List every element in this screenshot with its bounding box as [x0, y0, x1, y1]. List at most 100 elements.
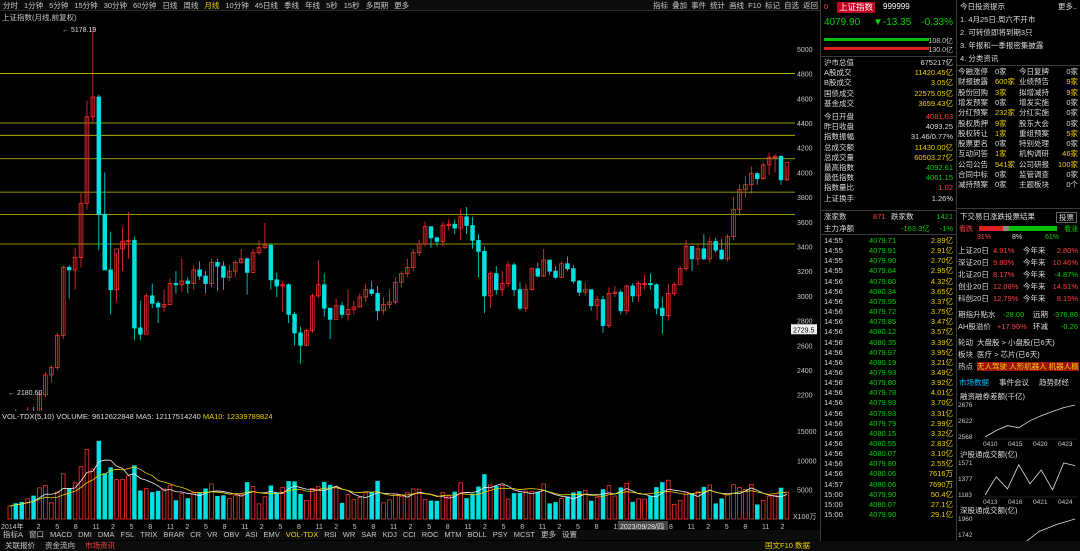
- indicator-tab[interactable]: CR: [187, 530, 204, 540]
- tip-text[interactable]: 1. 4月25日:周六不开市: [960, 15, 1035, 24]
- bottom-tab[interactable]: 资金流向: [40, 541, 80, 551]
- tool-button[interactable]: 画线: [727, 0, 746, 11]
- indicator-tab[interactable]: KDJ: [380, 530, 400, 540]
- period-tab[interactable]: 日线: [159, 0, 180, 10]
- period-tab[interactable]: 5分钟: [46, 0, 71, 10]
- period-tab[interactable]: 更多: [391, 0, 412, 10]
- event-label[interactable]: 分红实施: [1019, 108, 1049, 117]
- period-tab[interactable]: 30分钟: [101, 0, 130, 10]
- indicator-tab[interactable]: MTM: [441, 530, 464, 540]
- event-label[interactable]: 特别处理: [1019, 139, 1049, 148]
- indicator-tab[interactable]: CCI: [400, 530, 419, 540]
- event-label[interactable]: 财报披露: [958, 77, 988, 86]
- indicator-tab[interactable]: 更多: [538, 530, 559, 540]
- event-label[interactable]: 公司公告: [958, 160, 988, 169]
- tip-item[interactable]: 2. 可转债即将到期3只: [957, 28, 1080, 37]
- bottom-tab[interactable]: 关联报价: [0, 541, 40, 551]
- indicator-tab[interactable]: VR: [204, 530, 220, 540]
- indicator-tab[interactable]: RSI: [321, 530, 340, 540]
- candle: [363, 283, 368, 303]
- rotation-row[interactable]: 板块 医疗 > 芯片(已6天): [957, 350, 1080, 359]
- event-label[interactable]: 拟增减持: [1019, 88, 1049, 97]
- indicator-tab[interactable]: FSL: [118, 530, 138, 540]
- indicator-tab[interactable]: ASI: [242, 530, 260, 540]
- period-tab[interactable]: 多周期: [363, 0, 392, 10]
- event-label[interactable]: 股权质押: [958, 119, 988, 128]
- tool-button[interactable]: 叠加: [670, 0, 689, 11]
- tip-text[interactable]: 2. 可转债即将到期3只: [960, 28, 1033, 37]
- period-tab[interactable]: 10分钟: [222, 0, 251, 10]
- indicator-tab[interactable]: VOL-TDX: [283, 530, 322, 540]
- tool-button[interactable]: 事件: [689, 0, 708, 11]
- period-tab[interactable]: 周线: [180, 0, 201, 10]
- event-label[interactable]: 重组预案: [1019, 129, 1049, 138]
- event-label[interactable]: 业绩预告: [1019, 77, 1049, 86]
- indicator-tab[interactable]: PSY: [490, 530, 511, 540]
- period-tab[interactable]: 月线: [201, 0, 222, 10]
- indicator-tab[interactable]: 窗口: [26, 530, 47, 540]
- tool-button[interactable]: 返回: [801, 0, 820, 11]
- event-label[interactable]: 互动问答: [958, 149, 988, 158]
- tool-button[interactable]: 指标: [651, 0, 670, 11]
- indicator-tab[interactable]: MACD: [47, 530, 75, 540]
- candlestick-chart[interactable]: 5000 4800 4600 4400 4200 4000 3800 3600 3400 3200…: [0, 12, 820, 411]
- tool-button[interactable]: 自选: [782, 0, 801, 11]
- tip-item[interactable]: 4. 分类资讯: [957, 54, 1080, 63]
- panel-tab[interactable]: 趋势财经: [1039, 378, 1069, 387]
- tip-item[interactable]: 3. 年报和一季报密集披露: [957, 41, 1080, 50]
- indicator-tab[interactable]: DMA: [95, 530, 118, 540]
- rotation-row[interactable]: 轮动 大盘股 > 小盘股(已6天): [957, 338, 1080, 347]
- tool-button[interactable]: F10: [746, 0, 763, 11]
- event-label[interactable]: 股份回购: [958, 88, 988, 97]
- event-label[interactable]: 股权转让: [958, 129, 988, 138]
- tips-more[interactable]: 更多..: [1058, 2, 1077, 11]
- indicator-tab[interactable]: BOLL: [465, 530, 490, 540]
- indicator-tab[interactable]: OBV: [221, 530, 243, 540]
- panel-tab[interactable]: 市场数据: [959, 378, 989, 387]
- tip-item[interactable]: 1. 4月25日:周六不开市: [957, 15, 1080, 24]
- event-label[interactable]: 股东大会: [1019, 119, 1049, 128]
- tip-text[interactable]: 4. 分类资讯: [960, 54, 998, 63]
- event-label[interactable]: 合同中标: [958, 170, 988, 179]
- period-tab[interactable]: 季线: [281, 0, 302, 10]
- indicator-tab[interactable]: BRAR: [160, 530, 187, 540]
- tool-button[interactable]: 统计: [708, 0, 727, 11]
- event-label[interactable]: 增发预案: [958, 98, 988, 107]
- indicator-tab[interactable]: WR: [340, 530, 359, 540]
- indicator-tab[interactable]: ROC: [419, 530, 442, 540]
- period-tab[interactable]: 分时: [0, 0, 21, 10]
- event-label[interactable]: 机构调研: [1019, 149, 1049, 158]
- event-label[interactable]: 减持预案: [958, 180, 988, 189]
- period-tab[interactable]: 年线: [302, 0, 323, 10]
- rotation-row[interactable]: 热点 无人驾驶 人形机器人 机器人概: [957, 362, 1080, 371]
- event-label[interactable]: 分红预案: [958, 108, 988, 117]
- indicator-tab[interactable]: EMV: [260, 530, 282, 540]
- event-label[interactable]: 监管调查: [1019, 170, 1049, 179]
- period-tab[interactable]: 45日线: [252, 0, 281, 10]
- indicator-tab[interactable]: MCST: [511, 530, 538, 540]
- panel-tab[interactable]: 事件会议: [999, 378, 1029, 387]
- event-label[interactable]: 公司研报: [1019, 160, 1049, 169]
- index-name[interactable]: 上证指数: [837, 2, 876, 13]
- indicator-tab[interactable]: 指标A: [0, 530, 26, 540]
- period-tab[interactable]: 1分钟: [21, 0, 46, 10]
- indicator-tab[interactable]: DMI: [75, 530, 95, 540]
- volume-chart[interactable]: 15000 10000 5000 X100万: [0, 411, 820, 521]
- indicator-tab[interactable]: TRIX: [137, 530, 160, 540]
- period-tab[interactable]: 60分钟: [130, 0, 159, 10]
- bottom-tab[interactable]: 市场资讯: [80, 541, 120, 551]
- event-label[interactable]: 增发实施: [1019, 98, 1049, 107]
- indicator-tab[interactable]: 设置: [559, 530, 580, 540]
- event-label[interactable]: 主题板块: [1019, 180, 1049, 189]
- event-label[interactable]: 股票更名: [958, 139, 988, 148]
- tip-text[interactable]: 3. 年报和一季报密集披露: [960, 41, 1043, 50]
- period-tab[interactable]: 5秒: [323, 0, 341, 10]
- event-label[interactable]: 今日复牌: [1019, 67, 1049, 76]
- period-tab[interactable]: 15分钟: [71, 0, 100, 10]
- period-tab[interactable]: 15秒: [341, 0, 363, 10]
- perf-20d: 4.91%: [993, 246, 1015, 255]
- event-label[interactable]: 今融涨停: [958, 67, 988, 76]
- tool-button[interactable]: 标记: [763, 0, 782, 11]
- vote-button[interactable]: 投票: [1056, 212, 1077, 223]
- indicator-tab[interactable]: SAR: [358, 530, 379, 540]
